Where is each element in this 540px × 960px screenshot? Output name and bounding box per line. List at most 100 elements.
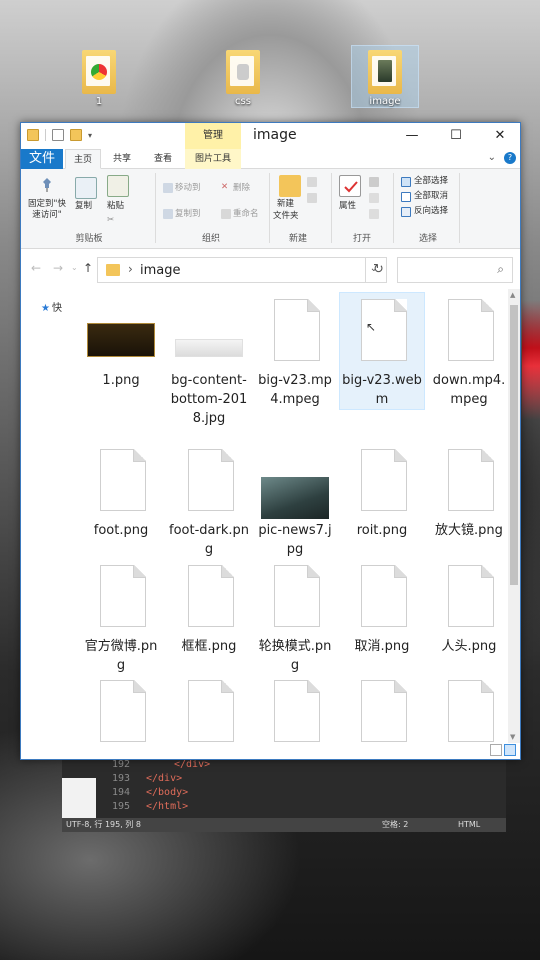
editor-code[interactable]: </div> </div> </body> </html> — [146, 758, 210, 814]
status-indent[interactable]: 空格: 2 — [382, 818, 408, 832]
cut-icon[interactable]: ✂ — [107, 215, 114, 226]
easy-access-icon[interactable] — [307, 193, 317, 203]
file-thumbnail — [253, 559, 337, 637]
new-folder-icon[interactable] — [279, 175, 301, 197]
history-icon[interactable] — [369, 209, 379, 219]
invert-selection-button[interactable]: 反向选择 — [414, 206, 448, 217]
new-folder-label-1[interactable]: 新建 — [277, 199, 294, 210]
file-item[interactable] — [253, 674, 337, 743]
file-item[interactable]: 取消.png — [340, 559, 424, 656]
forward-arrow-icon[interactable]: → — [53, 261, 63, 275]
file-item[interactable]: 官方微博.png — [79, 559, 163, 675]
scroll-down-icon[interactable]: ▼ — [510, 733, 515, 741]
address-bar[interactable]: › image ⌄ — [97, 257, 387, 283]
status-language[interactable]: HTML — [458, 818, 480, 832]
vertical-scrollbar[interactable]: ▲ ▼ — [508, 289, 520, 743]
quick-access-toolbar: ▾ — [27, 129, 92, 141]
file-item[interactable]: pic-news7.jpg — [253, 443, 337, 559]
folder-icon — [106, 264, 120, 276]
tab-share[interactable]: 共享 — [105, 149, 139, 169]
copy-to-button[interactable]: 复制到 — [175, 209, 201, 220]
file-item[interactable]: bg-content-bottom-2018.jpg — [167, 293, 251, 428]
file-item[interactable]: 1.png — [79, 293, 163, 390]
file-item[interactable]: 人头.png — [427, 559, 510, 656]
details-view-icon[interactable] — [490, 744, 502, 756]
paste-icon[interactable] — [107, 175, 129, 197]
scroll-thumb[interactable] — [510, 305, 518, 585]
up-arrow-icon[interactable]: ↑ — [83, 261, 93, 275]
scroll-up-icon[interactable]: ▲ — [510, 291, 515, 299]
desktop-icon-label: image — [369, 96, 401, 107]
file-item[interactable]: down.mp4.mpeg — [427, 293, 510, 409]
breadcrumb-chevron-icon[interactable]: › — [128, 262, 133, 276]
file-item[interactable]: foot-dark.png — [167, 443, 251, 559]
file-item[interactable]: 轮换模式.png — [253, 559, 337, 675]
paste-button[interactable]: 粘贴 — [107, 201, 124, 212]
copy-to-icon — [163, 209, 173, 219]
file-name: bg-content-bottom-2018.jpg — [170, 373, 248, 426]
edit-icon[interactable] — [369, 193, 379, 203]
pin-quick-access-button[interactable]: 固定到"快速访问" — [25, 199, 69, 221]
minimize-button[interactable]: — — [390, 123, 434, 149]
delete-button[interactable]: 删除 — [233, 183, 250, 194]
file-item[interactable]: 框框.png — [167, 559, 251, 656]
file-item[interactable]: roit.png — [340, 443, 424, 540]
file-icon — [188, 565, 234, 627]
refresh-button[interactable]: ↻ — [365, 257, 391, 283]
copy-icon[interactable] — [75, 177, 97, 199]
desktop-icon-1[interactable]: 1 — [66, 46, 132, 107]
ribbon-tabs: 文件 主页 共享 查看 图片工具 ⌄ ? — [21, 149, 520, 169]
desktop-icon-image[interactable]: image — [351, 45, 419, 108]
back-arrow-icon[interactable]: ← — [31, 261, 41, 275]
desktop-icon-css[interactable]: css — [210, 46, 276, 107]
invert-selection-icon — [401, 207, 411, 217]
file-item[interactable] — [340, 674, 424, 743]
select-group-caption: 选择 — [418, 234, 437, 244]
expand-ribbon-icon[interactable]: ⌄ — [488, 152, 496, 164]
file-item[interactable]: big-v23.webm — [339, 292, 425, 410]
file-list[interactable]: ★ 快 1.png bg-content-bottom-2018.jpg big-v2… — [21, 289, 510, 743]
close-button[interactable]: ✕ — [478, 123, 522, 149]
tab-file[interactable]: 文件 — [21, 149, 63, 169]
file-item[interactable]: foot.png — [79, 443, 163, 540]
quick-access-nav-item[interactable]: ★ 快 — [41, 299, 62, 314]
search-input[interactable]: ⌕ — [397, 257, 513, 283]
file-thumbnail — [427, 443, 510, 521]
file-item[interactable]: 放大镜.png — [427, 443, 510, 540]
help-icon[interactable]: ? — [504, 152, 516, 164]
tab-home[interactable]: 主页 — [65, 149, 101, 169]
recent-chevron-icon[interactable]: ⌄ — [71, 263, 78, 272]
file-item[interactable] — [427, 674, 510, 743]
new-item-icon[interactable] — [307, 177, 317, 187]
properties-qat-icon[interactable] — [52, 129, 64, 141]
pin-icon[interactable] — [39, 177, 55, 197]
breadcrumb-image[interactable]: image — [140, 263, 181, 278]
code-line: </div> — [146, 773, 183, 784]
new-folder-label-2[interactable]: 文件夹 — [273, 211, 299, 222]
tab-picture-tools[interactable]: 图片工具 — [185, 149, 241, 169]
desktop-icon-label: css — [235, 96, 251, 107]
file-name: down.mp4.mpeg — [432, 373, 506, 407]
file-item[interactable] — [79, 674, 163, 743]
select-none-button[interactable]: 全部取消 — [414, 191, 448, 202]
wallpaper-accent — [522, 300, 540, 420]
maximize-button[interactable]: ☐ — [434, 123, 478, 149]
file-item[interactable] — [167, 674, 251, 743]
new-folder-qat-icon[interactable] — [70, 129, 82, 141]
search-icon: ⌕ — [497, 262, 504, 276]
large-icons-view-icon[interactable] — [504, 744, 516, 756]
copy-button[interactable]: 复制 — [75, 201, 92, 212]
select-all-button[interactable]: 全部选择 — [414, 176, 448, 187]
properties-icon[interactable] — [339, 175, 361, 197]
file-thumbnail — [427, 293, 510, 371]
properties-button[interactable]: 属性 — [339, 201, 356, 212]
file-name: foot-dark.png — [169, 523, 249, 557]
open-icon[interactable] — [369, 177, 379, 187]
qat-dropdown-icon[interactable]: ▾ — [88, 131, 92, 140]
file-item[interactable]: big-v23.mp4.mpeg — [253, 293, 337, 409]
rename-button[interactable]: 重命名 — [233, 209, 259, 220]
move-to-button[interactable]: 移动到 — [175, 183, 201, 194]
tab-manage[interactable]: 管理 — [185, 123, 241, 149]
tab-view[interactable]: 查看 — [145, 149, 181, 169]
file-name: big-v23.webm — [342, 373, 422, 407]
